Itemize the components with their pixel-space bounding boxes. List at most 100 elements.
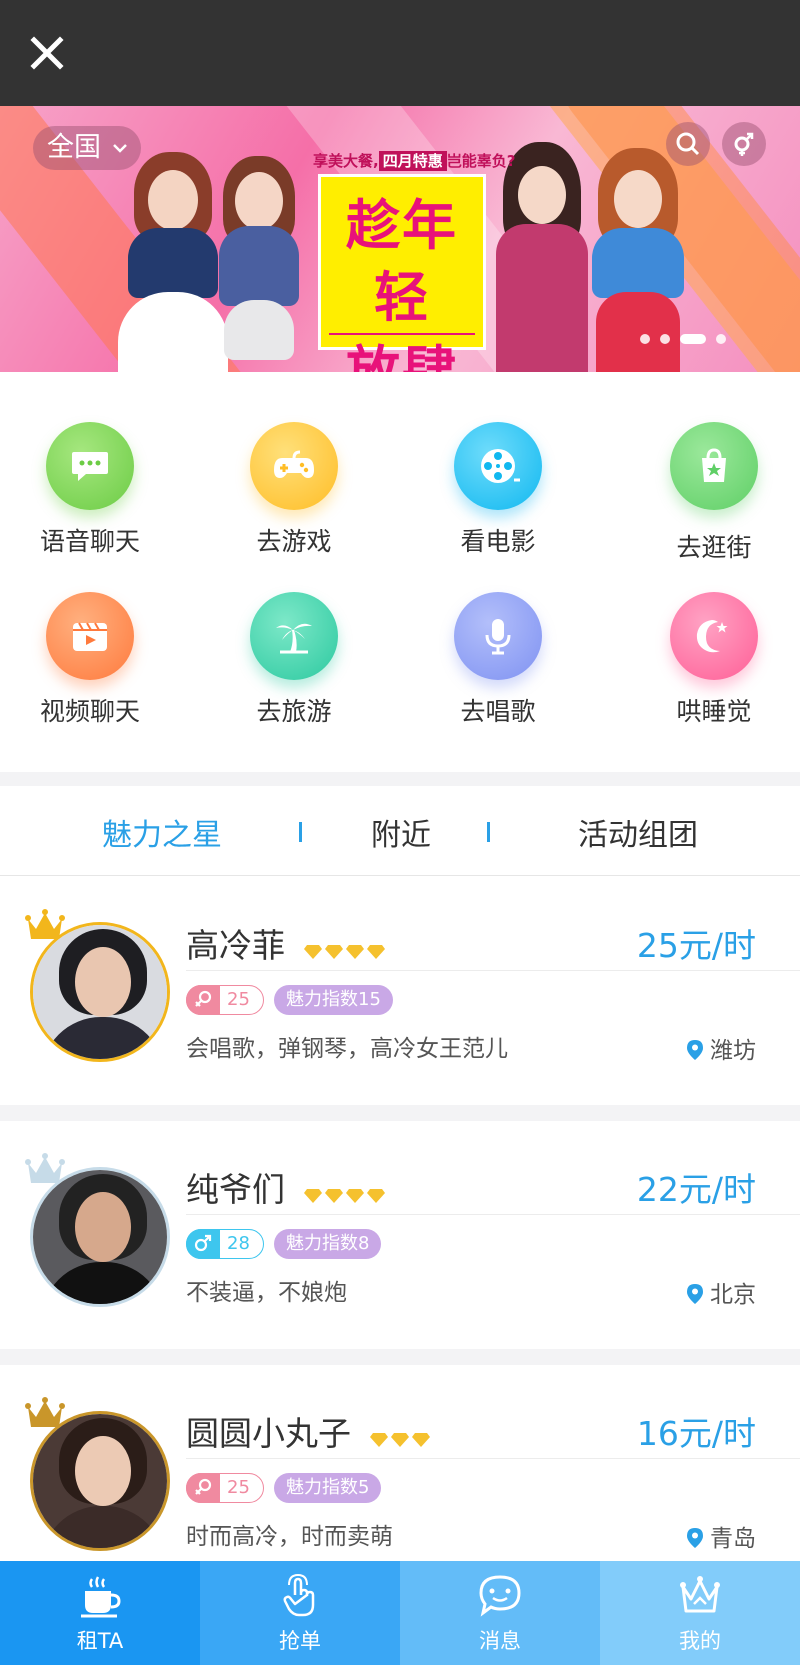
banner-model-4 xyxy=(588,132,688,372)
diamond-icon xyxy=(369,1433,388,1447)
category-label: 去逛街 xyxy=(676,533,752,562)
close-button[interactable] xyxy=(22,28,72,78)
carousel-dot-active[interactable] xyxy=(680,334,706,344)
bottom-nav: 租TA 抢单 消息 我的 xyxy=(0,1561,800,1665)
category-label: 去旅游 xyxy=(256,697,332,726)
shopping-bag-icon xyxy=(702,448,726,482)
category-label: 语音聊天 xyxy=(39,527,140,556)
app-root: { "header": { "close_icon": "close-icon"… xyxy=(0,0,800,1665)
category-shopping[interactable]: 去逛街 xyxy=(624,422,800,564)
gender-filter-button[interactable] xyxy=(722,122,766,166)
category-sleep[interactable]: 哄睡觉 xyxy=(624,592,800,728)
avatar[interactable] xyxy=(30,922,170,1062)
category-sing[interactable]: 去唱歌 xyxy=(408,592,588,728)
diamond-icon xyxy=(366,1189,385,1203)
coffee-cup-icon xyxy=(81,1576,121,1618)
palm-tree-icon xyxy=(276,623,312,654)
tab-charm-star[interactable]: 魅力之星 xyxy=(102,810,222,854)
hourly-price: 22元/时 xyxy=(636,1170,756,1209)
region-selector[interactable]: 全国 xyxy=(33,126,141,170)
avatar[interactable] xyxy=(30,1167,170,1307)
user-description: 不装逼，不娘炮 xyxy=(186,1280,347,1306)
top-bar xyxy=(0,0,800,106)
diamond-icon xyxy=(324,945,343,959)
category-game[interactable]: 去游戏 xyxy=(204,422,384,558)
user-card[interactable]: 纯爷们 22元/时 28 魅力指数8 不装逼，不娘炮 北京 xyxy=(0,1121,800,1349)
category-label: 看电影 xyxy=(460,527,536,556)
hourly-price: 16元/时 xyxy=(636,1414,756,1453)
nav-messages[interactable]: 消息 xyxy=(400,1561,600,1665)
promo-tagline: 享美大餐, 四月特惠 岂能辜负? xyxy=(313,151,516,171)
category-travel[interactable]: 去旅游 xyxy=(204,592,384,728)
message-icon xyxy=(479,1575,521,1617)
nav-label: 消息 xyxy=(479,1629,521,1653)
tab-nearby[interactable]: 附近 xyxy=(371,810,431,854)
nav-label: 租TA xyxy=(76,1629,124,1653)
carousel-dot[interactable] xyxy=(640,334,650,344)
carousel-dot[interactable] xyxy=(660,334,670,344)
location-pin-icon xyxy=(687,1528,703,1548)
tab-divider xyxy=(299,822,302,842)
category-label: 视频聊天 xyxy=(39,697,140,726)
close-icon xyxy=(30,36,64,70)
search-icon xyxy=(676,132,700,156)
chat-bubble-icon xyxy=(72,452,108,481)
charm-index-badge: 魅力指数8 xyxy=(274,1229,382,1259)
nav-rent[interactable]: 租TA xyxy=(0,1561,200,1665)
diamond-icon xyxy=(390,1433,409,1447)
nav-mine[interactable]: 我的 xyxy=(600,1561,800,1665)
diamond-icon xyxy=(345,1189,364,1203)
user-location: 潍坊 xyxy=(686,1031,756,1065)
user-card[interactable]: 高冷菲 25元/时 25 魅力指数15 会唱歌，弹钢琴，高冷女王范儿 潍坊 xyxy=(0,877,800,1105)
diamond-icon xyxy=(324,1189,343,1203)
user-location: 北京 xyxy=(686,1275,756,1309)
carousel-dot[interactable] xyxy=(716,334,726,344)
moon-icon xyxy=(696,620,728,653)
category-voice-chat[interactable]: 语音聊天 xyxy=(0,422,180,558)
diamond-icon xyxy=(345,945,364,959)
nav-label: 我的 xyxy=(679,1629,721,1653)
female-icon xyxy=(195,1478,212,1495)
search-button[interactable] xyxy=(666,122,710,166)
age-gender-badge: 25 xyxy=(186,985,264,1015)
microphone-icon xyxy=(485,619,511,655)
banner-model-2 xyxy=(214,132,304,372)
rank-gems xyxy=(369,1416,433,1455)
rank-gems xyxy=(303,1172,388,1211)
diamond-icon xyxy=(303,945,322,959)
diamond-icon xyxy=(411,1433,430,1447)
gamepad-icon xyxy=(274,450,314,478)
promo-line-2: 放肆美 xyxy=(346,339,458,372)
user-card[interactable]: 圆圆小丸子 16元/时 25 魅力指数5 时而高冷，时而卖萌 青岛 xyxy=(0,1365,800,1593)
promo-line-1: 趁年轻 xyxy=(346,193,458,329)
category-label: 去游戏 xyxy=(256,527,332,556)
tap-hand-icon xyxy=(283,1573,315,1617)
category-movie[interactable]: 看电影 xyxy=(408,422,588,558)
section-divider xyxy=(0,772,800,786)
age-gender-badge: 25 xyxy=(186,1473,264,1503)
tab-bar: 魅力之星 附近 活动组团 xyxy=(0,786,800,876)
video-icon xyxy=(73,622,107,651)
category-label: 哄睡觉 xyxy=(676,697,752,726)
crown-icon xyxy=(680,1576,720,1613)
category-video-chat[interactable]: 视频聊天 xyxy=(0,592,180,728)
tab-activity-group[interactable]: 活动组团 xyxy=(578,810,698,854)
gender-icon xyxy=(734,132,754,156)
user-location: 青岛 xyxy=(686,1519,756,1553)
user-description: 会唱歌，弹钢琴，高冷女王范儿 xyxy=(186,1036,508,1062)
charm-index-badge: 魅力指数5 xyxy=(274,1473,382,1503)
film-reel-icon xyxy=(481,449,520,483)
hourly-price: 25元/时 xyxy=(636,926,756,965)
nav-label: 抢单 xyxy=(279,1629,321,1653)
male-icon xyxy=(194,1234,212,1252)
user-name: 高冷菲 xyxy=(186,919,388,967)
user-description: 时而高冷，时而卖萌 xyxy=(186,1524,393,1550)
chevron-down-icon xyxy=(113,144,127,153)
rank-gems xyxy=(303,928,388,967)
location-pin-icon xyxy=(687,1284,703,1304)
promo-slogan: 趁年轻 放肆美 xyxy=(318,174,486,372)
age-gender-badge: 28 xyxy=(186,1229,264,1259)
user-name: 圆圆小丸子 xyxy=(186,1407,433,1455)
avatar[interactable] xyxy=(30,1411,170,1551)
nav-grab-order[interactable]: 抢单 xyxy=(200,1561,400,1665)
